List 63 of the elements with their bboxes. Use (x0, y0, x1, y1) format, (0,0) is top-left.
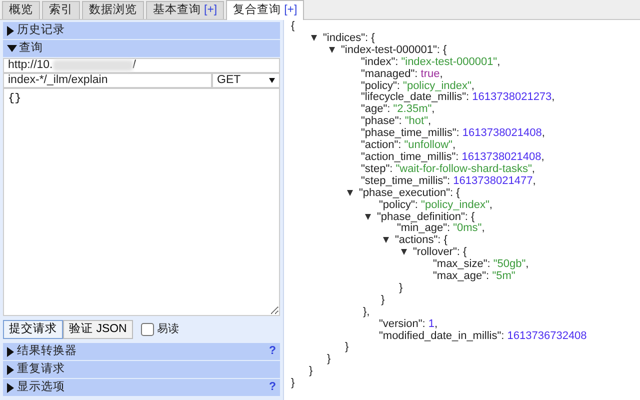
section-header[interactable]: 查询 (3, 40, 280, 57)
json-line: "phase": "hot", (361, 115, 432, 128)
json-line: "lifecycle_date_millis": 1613738021273, (361, 91, 555, 104)
json-line: } (291, 377, 295, 390)
json-line: } (381, 294, 385, 306)
method-select[interactable]: GET (212, 73, 280, 88)
json-line: "indices": { (323, 32, 375, 44)
expanded-toggle-icon[interactable] (365, 214, 371, 220)
json-line: "max_age": "5m" (433, 270, 516, 282)
json-line: { (291, 20, 295, 32)
expanded-toggle-icon[interactable] (329, 46, 335, 53)
url-field[interactable]: http://10. / (3, 58, 280, 73)
section-title: 结果转换器 (17, 344, 77, 359)
expanded-toggle-icon[interactable] (383, 237, 389, 244)
tab[interactable]: 基本查询 [+] (146, 1, 224, 19)
json-line: "action": "unfollow", (361, 139, 456, 152)
section-title: 重复请求 (17, 362, 65, 377)
json-line: "action_time_millis": 1613738021408, (361, 150, 544, 163)
path-field[interactable]: index-*/_ilm/explain (3, 73, 212, 88)
tab[interactable]: 数据浏览 (82, 1, 144, 19)
json-line: } (345, 341, 349, 354)
help-link[interactable]: ? (268, 378, 276, 396)
json-line: "step": "wait-for-follow-shard-tasks", (361, 162, 535, 175)
json-line: "phase_time_millis": 1613738021408, (361, 127, 545, 140)
json-line: "managed": true, (361, 68, 443, 80)
tab[interactable]: 复合查询 [+] (226, 0, 304, 20)
json-line: "policy": "policy_index", (379, 198, 492, 211)
json-line: } (327, 353, 331, 366)
button[interactable]: 验证 JSON (63, 320, 133, 339)
tab[interactable]: 索引 (42, 1, 80, 19)
section-header[interactable]: 重复请求 (3, 361, 280, 378)
json-line: "step_time_millis": 1613738021477, (361, 174, 536, 187)
json-line: "rollover": { (413, 246, 467, 258)
section-header[interactable]: 显示选项 ? (3, 379, 280, 396)
expanded-toggle-icon[interactable] (311, 35, 317, 41)
checkbox-label: 易读 (156, 322, 179, 338)
help-link[interactable]: ? (268, 342, 276, 360)
json-line: "policy": "policy_index", (361, 80, 474, 92)
dropdown-arrow-icon (269, 78, 275, 83)
json-line: "modified_date_in_millis": 1613736732408 (379, 330, 587, 342)
section-title: 历史记录 (17, 22, 65, 38)
expanded-toggle-icon[interactable] (347, 190, 353, 196)
readable-checkbox[interactable] (140, 323, 154, 336)
json-line: "version": 1, (379, 318, 438, 330)
json-line: } (399, 282, 403, 294)
section-title: 显示选项 (17, 380, 65, 395)
json-line: } (309, 365, 313, 378)
json-line: "phase_definition": { (377, 210, 475, 222)
section-header[interactable]: 历史记录 (3, 22, 280, 39)
section-title: 查询 (19, 40, 43, 56)
json-line: }, (363, 306, 370, 318)
json-line: "max_size": "50gb", (433, 258, 529, 270)
json-line: "actions": { (395, 234, 448, 246)
json-line: "phase_execution": { (359, 186, 460, 199)
tab[interactable]: 概览 (2, 1, 40, 19)
json-line: "min_age": "0ms", (397, 222, 485, 234)
request-body-field[interactable]: {} (3, 88, 280, 316)
json-line: "index-test-000001": { (341, 44, 447, 56)
button[interactable]: 提交请求 (3, 320, 63, 339)
json-line: "index": "index-test-000001", (361, 56, 500, 68)
json-line: "age": "2.35m", (361, 103, 435, 116)
expanded-toggle-icon[interactable] (401, 249, 407, 256)
section-header[interactable]: 结果转换器 ? (3, 343, 280, 360)
